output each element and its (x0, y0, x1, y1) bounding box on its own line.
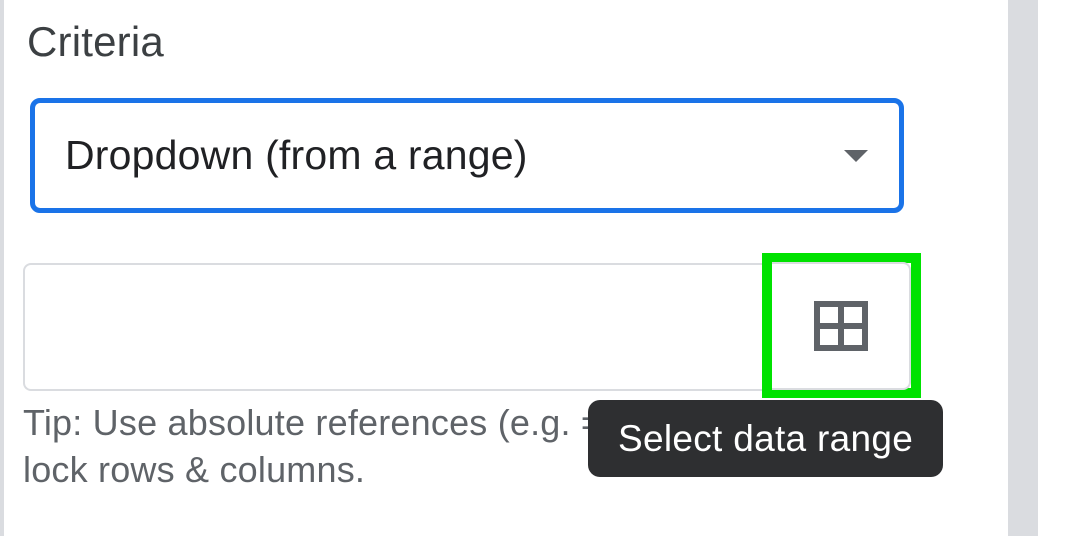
range-input-row (23, 263, 921, 394)
tooltip-text: Select data range (618, 418, 913, 460)
highlight-annotation-box (762, 253, 921, 398)
criteria-panel: Criteria Dropdown (from a range) (0, 0, 1008, 536)
select-data-range-button[interactable] (772, 262, 911, 390)
section-title: Criteria (27, 18, 164, 66)
criteria-type-selected-label: Dropdown (from a range) (65, 132, 528, 179)
range-source-input[interactable] (23, 263, 762, 391)
criteria-type-dropdown[interactable]: Dropdown (from a range) (30, 98, 904, 213)
criteria-panel-viewport: Criteria Dropdown (from a range) (0, 0, 1075, 536)
tip-line-1: Tip: Use absolute references (e.g. =$ (23, 402, 622, 443)
grid-range-icon (814, 301, 868, 351)
chevron-down-icon (843, 148, 869, 164)
select-data-range-tooltip: Select data range (588, 400, 943, 477)
tip-line-2: lock rows & columns. (23, 449, 365, 490)
vertical-scrollbar[interactable] (1008, 0, 1038, 536)
